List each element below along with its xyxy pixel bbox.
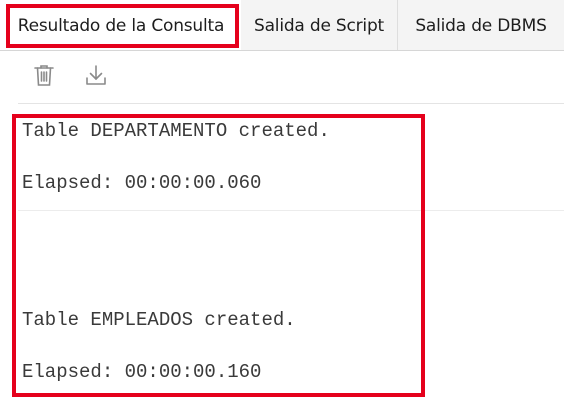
tab-salida-dbms[interactable]: Salida de DBMS [397,0,564,51]
output-separator [18,210,564,211]
tab-bar-divider [0,50,564,51]
output-line: Table EMPLEADOS created. [22,309,296,331]
tab-salida-script[interactable]: Salida de Script [241,0,397,51]
output-line: Table DEPARTAMENTO created. [22,120,330,142]
download-output-button[interactable] [83,64,109,90]
output-line: Elapsed: 00:00:00.060 [22,172,262,194]
tab-resultado-consulta[interactable]: Resultado de la Consulta [0,0,242,51]
output-line: Elapsed: 00:00:00.160 [22,361,262,383]
download-icon [84,63,108,91]
clear-output-button[interactable] [31,64,57,90]
trash-icon [33,63,55,91]
